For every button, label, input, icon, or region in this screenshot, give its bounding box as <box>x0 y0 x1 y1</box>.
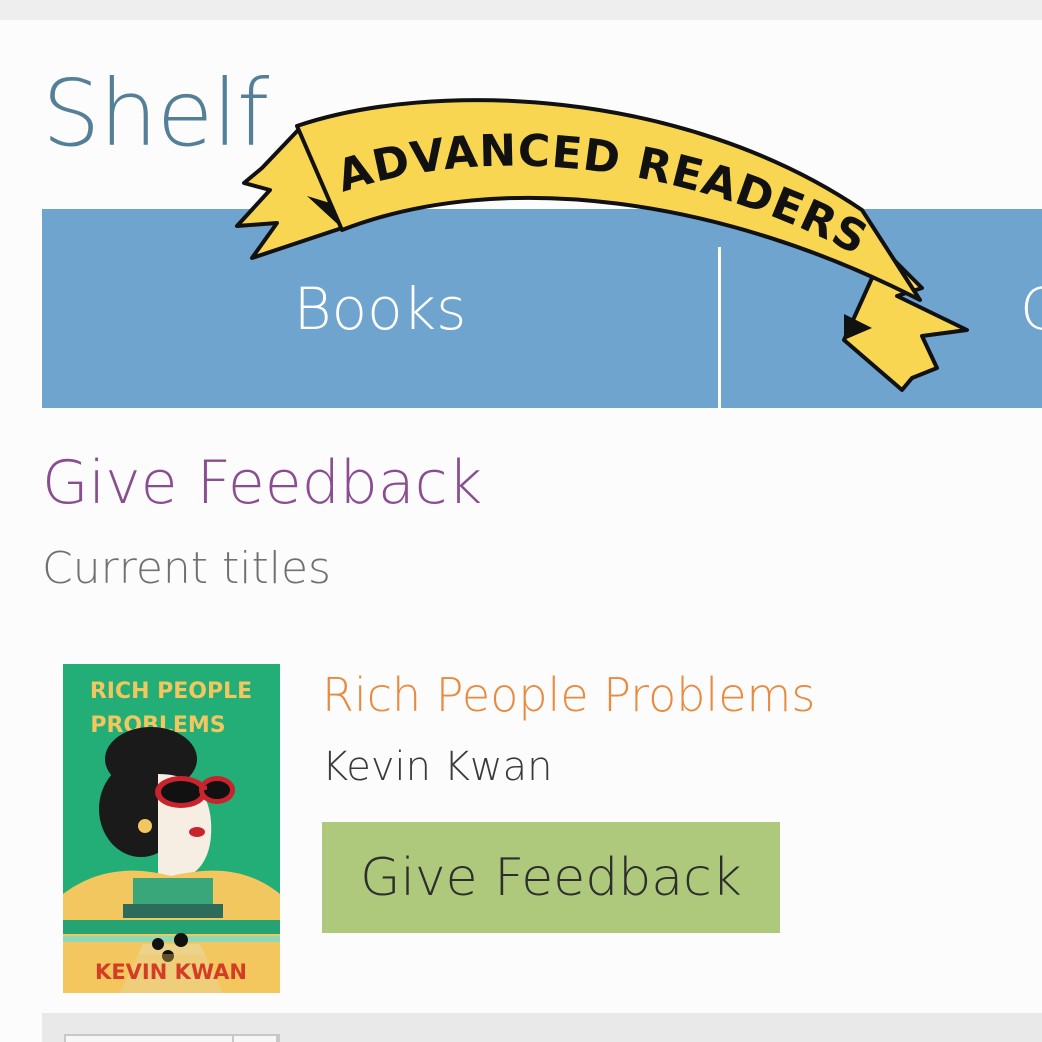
next-item-thumbnail-edge <box>232 1034 280 1042</box>
top-bar <box>0 0 1042 20</box>
book-title-link[interactable]: Rich People Problems <box>322 668 815 722</box>
section-subtitle: Current titles <box>42 543 331 594</box>
book-cover-image[interactable]: RICH PEOPLE PROBLEMS KEVIN KWAN <box>63 664 280 993</box>
book-author: Kevin Kwan <box>322 744 553 790</box>
advanced-readers-copy-banner: ADVANCED READERS COPY <box>232 78 969 392</box>
section-title: Give Feedback <box>42 448 483 518</box>
cover-author: KEVIN KWAN <box>95 960 247 984</box>
give-feedback-button[interactable]: Give Feedback <box>322 822 780 933</box>
cover-title-line1: RICH PEOPLE <box>90 679 252 704</box>
